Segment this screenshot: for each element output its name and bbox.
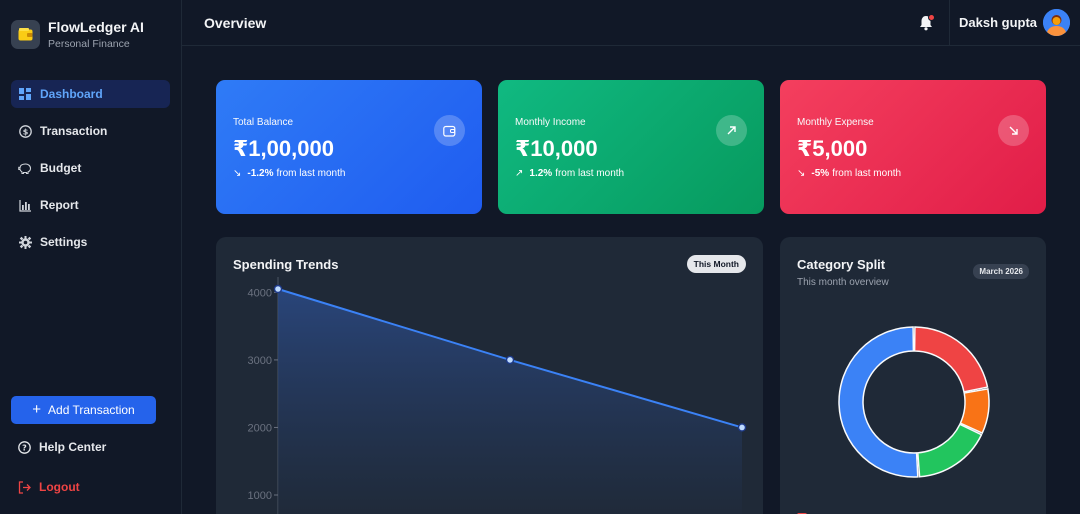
stat-change-text: from last month (555, 168, 625, 179)
sidebar-item-dashboard[interactable]: Dashboard (11, 80, 170, 108)
help-center-label: Help Center (39, 440, 107, 454)
y-tick-label: 2000 (248, 422, 272, 434)
donut-slice[interactable] (913, 326, 989, 393)
y-tick-label: 3000 (248, 355, 272, 367)
spending-trends-panel: Spending Trends This Month 1000 2000 3000 4… (216, 237, 763, 514)
piggy-bank-icon (18, 161, 32, 175)
category-split-panel: Category Split This month overview March… (780, 237, 1046, 514)
stat-change: ↘ -5% from last month (797, 168, 901, 179)
series-area (278, 289, 742, 514)
stat-label: Total Balance (233, 117, 294, 128)
dollar-circle-icon: $ (18, 124, 32, 138)
notification-dot (928, 14, 935, 21)
stat-change-pct: -1.2% (247, 168, 274, 179)
sidebar-item-report[interactable]: Report (11, 191, 170, 219)
arrow-down-right-icon: ↘ (233, 168, 242, 179)
sidebar-item-label: Dashboard (40, 87, 103, 101)
sidebar-item-label: Budget (40, 161, 82, 175)
data-point[interactable] (273, 284, 283, 294)
stat-change-pct: 1.2% (529, 168, 553, 179)
category-donut-chart (838, 326, 990, 478)
sidebar-nav: Dashboard $ Transaction Budget Report Se… (11, 80, 170, 265)
sidebar-item-label: Report (40, 198, 79, 212)
gear-icon (18, 235, 32, 249)
logout-icon (17, 480, 31, 494)
stat-change-text: from last month (276, 168, 346, 179)
sidebar-item-label: Settings (40, 235, 88, 249)
header-divider (949, 0, 950, 46)
stat-change: ↘ -1.2% from last month (233, 168, 345, 179)
logout-link[interactable]: Logout (17, 480, 80, 494)
arrow-up-right-icon (716, 115, 747, 146)
arrow-up-right-icon: ↗ (515, 168, 524, 179)
brand-subtitle: Personal Finance (48, 38, 130, 50)
stat-change: ↗ 1.2% from last month (515, 168, 624, 179)
help-circle-icon: ? (17, 440, 31, 454)
sidebar-item-transaction[interactable]: $ Transaction (11, 117, 170, 145)
sidebar-item-settings[interactable]: Settings (11, 228, 170, 256)
stat-change-text: from last month (832, 168, 902, 179)
donut-slice[interactable] (838, 326, 919, 478)
stat-card-monthly-income: Monthly Income ₹10,000 ↗ 1.2% from last … (498, 80, 764, 214)
arrow-down-right-icon: ↘ (797, 168, 806, 179)
stat-value: ₹1,00,000 (233, 136, 334, 161)
main-content: Overview Daksh gupta Total Balance ₹1,00… (182, 0, 1080, 514)
data-point[interactable] (737, 423, 747, 432)
notification-bell-icon[interactable] (918, 14, 936, 32)
stat-value: ₹5,000 (797, 136, 868, 161)
avatar[interactable] (1043, 9, 1070, 36)
page-title: Overview (204, 15, 267, 31)
data-point[interactable] (505, 355, 515, 365)
brand-name: FlowLedger AI (48, 19, 144, 35)
dashboard-grid-icon (18, 87, 32, 101)
svg-text:$: $ (22, 127, 28, 136)
donut-slice[interactable] (917, 423, 983, 478)
plus-icon: + (32, 401, 42, 418)
stat-card-monthly-expense: Monthly Expense ₹5,000 ↘ -5% from last m… (780, 80, 1046, 214)
stat-card-total-balance: Total Balance ₹1,00,000 ↘ -1.2% from las… (216, 80, 482, 214)
sidebar: FlowLedger AI Personal Finance Dashboard… (0, 0, 182, 514)
stat-change-pct: -5% (811, 168, 830, 179)
sidebar-item-label: Transaction (40, 124, 108, 138)
add-transaction-button[interactable]: + Add Transaction (11, 396, 156, 424)
y-tick-label: 4000 (248, 287, 272, 299)
user-name[interactable]: Daksh gupta (959, 15, 1037, 30)
help-center-link[interactable]: ? Help Center (17, 440, 106, 454)
wallet-icon (434, 115, 465, 146)
spending-trend-chart: 1000 2000 3000 4000 (248, 277, 747, 514)
arrow-down-right-icon (998, 115, 1029, 146)
wallet-icon (11, 20, 40, 49)
bar-chart-icon (18, 198, 32, 212)
svg-text:?: ? (22, 443, 27, 452)
stat-label: Monthly Income (515, 117, 586, 128)
brand: FlowLedger AI Personal Finance (11, 19, 144, 50)
stat-value: ₹10,000 (515, 136, 598, 161)
logout-label: Logout (39, 480, 80, 494)
y-tick-label: 1000 (248, 490, 272, 502)
top-header: Overview Daksh gupta (182, 0, 1080, 46)
stat-label: Monthly Expense (797, 117, 874, 128)
add-transaction-label: Add Transaction (48, 403, 135, 417)
sidebar-item-budget[interactable]: Budget (11, 154, 170, 182)
